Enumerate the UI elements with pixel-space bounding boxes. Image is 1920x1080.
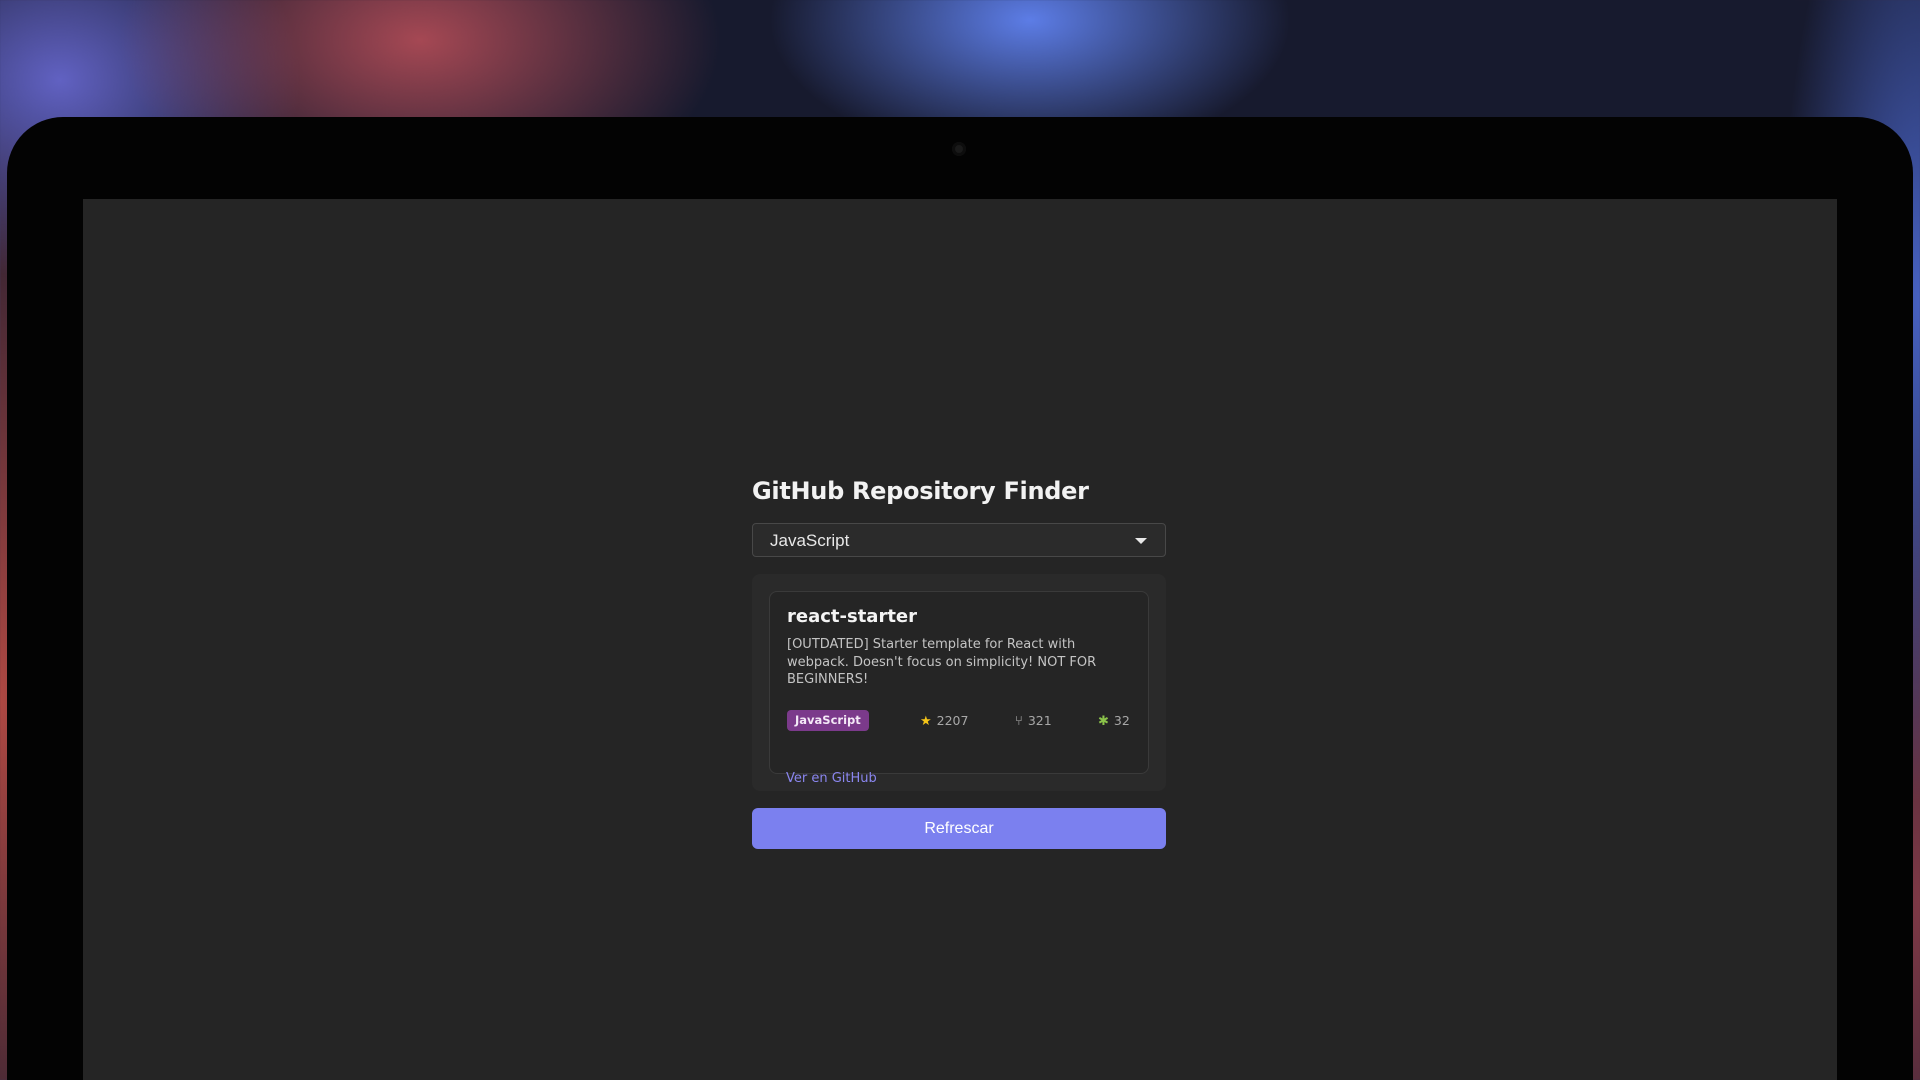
results-panel: react-starter [OUTDATED] Starter templat… (752, 574, 1166, 791)
repo-link-wrapper: Ver en GitHub (786, 767, 877, 786)
bug-icon: ✱ (1098, 714, 1109, 729)
language-badge: JavaScript (787, 710, 869, 731)
chevron-down-icon (1135, 538, 1147, 544)
refresh-button[interactable]: Refrescar (752, 808, 1166, 849)
star-icon: ★ (920, 714, 932, 729)
issues-count: ✱ 32 (1098, 710, 1130, 731)
language-select-value: JavaScript (770, 531, 850, 550)
forks-count: ⑂ 321 (1015, 710, 1052, 731)
repo-name: react-starter (787, 606, 918, 627)
stars-value: 2207 (936, 713, 969, 728)
fork-icon: ⑂ (1015, 714, 1023, 729)
repo-meta: JavaScript ★ 2207 ⑂ 321 ✱ 32 (787, 710, 1131, 732)
issues-value: 32 (1113, 713, 1130, 728)
page-title: GitHub Repository Finder (752, 477, 1089, 505)
repository-finder: GitHub Repository Finder JavaScript reac… (752, 470, 1166, 849)
repo-description: [OUTDATED] Starter template for React wi… (787, 637, 1097, 687)
repo-card: react-starter [OUTDATED] Starter templat… (769, 591, 1149, 774)
view-on-github-link[interactable]: Ver en GitHub (786, 771, 877, 786)
language-select[interactable]: JavaScript (752, 523, 1166, 557)
forks-value: 321 (1027, 713, 1052, 728)
camera-icon (952, 142, 966, 156)
stars-count: ★ 2207 (920, 710, 968, 731)
